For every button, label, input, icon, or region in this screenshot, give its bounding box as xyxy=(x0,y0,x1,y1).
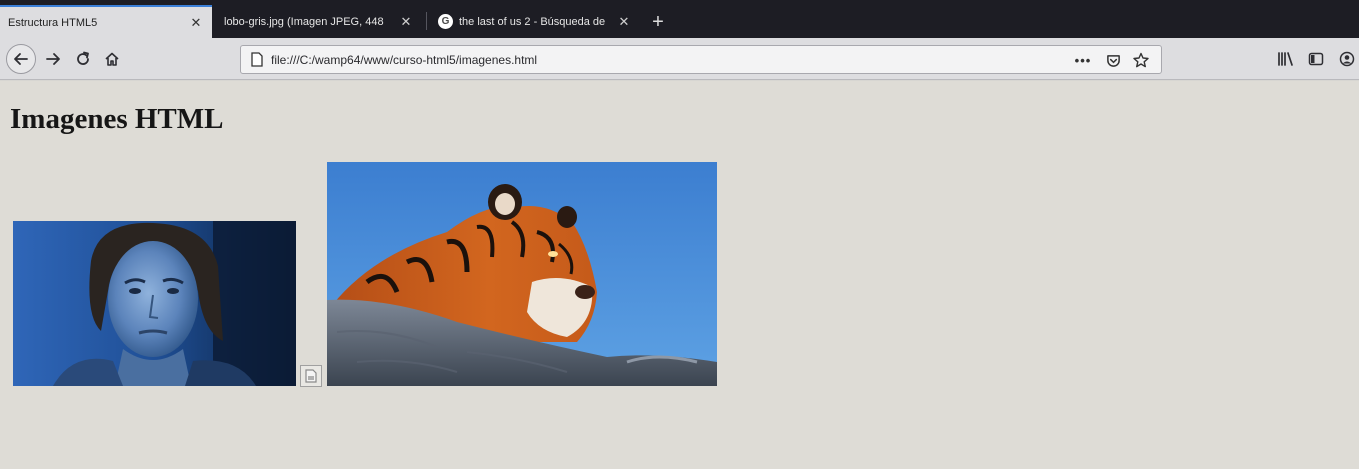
tab-title: Estructura HTML5 xyxy=(8,16,98,29)
pocket-icon[interactable] xyxy=(1101,48,1125,72)
page-actions-button[interactable]: ••• xyxy=(1071,48,1095,72)
account-icon[interactable] xyxy=(1334,46,1359,72)
back-button[interactable] xyxy=(6,44,36,74)
forward-button[interactable] xyxy=(40,46,66,72)
tab-title: lobo-gris.jpg (Imagen JPEG, 448 xyxy=(224,15,384,28)
arrow-right-icon xyxy=(46,53,60,65)
tab-strip: Estructura HTML5 ✕ lobo-gris.jpg (Imagen… xyxy=(0,0,1359,38)
page-icon xyxy=(249,50,265,70)
browser-window: Estructura HTML5 ✕ lobo-gris.jpg (Imagen… xyxy=(0,0,1359,469)
star-icon[interactable] xyxy=(1129,48,1153,72)
character-portrait-image xyxy=(13,221,296,386)
tab-separator xyxy=(426,12,427,30)
page-title: Imagenes HTML xyxy=(10,103,224,135)
reload-icon xyxy=(77,51,89,65)
url-text[interactable]: file:///C:/wamp64/www/curso-html5/imagen… xyxy=(271,53,1161,67)
broken-image-icon xyxy=(300,365,322,387)
close-tab-icon[interactable]: ✕ xyxy=(188,15,204,31)
tab-title: the last of us 2 - Búsqueda de xyxy=(459,15,606,28)
tab-google-search[interactable]: G the last of us 2 - Búsqueda de ✕ xyxy=(428,5,638,38)
tiger-image xyxy=(327,162,717,386)
home-button[interactable] xyxy=(99,46,125,72)
tab-estructura-html5[interactable]: Estructura HTML5 ✕ xyxy=(0,5,212,38)
home-icon xyxy=(105,52,119,66)
nav-toolbar: file:///C:/wamp64/www/curso-html5/imagen… xyxy=(0,38,1359,80)
close-tab-icon[interactable]: ✕ xyxy=(398,14,414,30)
close-tab-icon[interactable]: ✕ xyxy=(616,14,632,30)
google-icon: G xyxy=(438,14,453,29)
arrow-left-icon xyxy=(14,53,28,65)
reload-button[interactable] xyxy=(70,46,96,72)
new-tab-button[interactable]: + xyxy=(648,8,668,36)
tab-lobo-gris[interactable]: lobo-gris.jpg (Imagen JPEG, 448 ✕ xyxy=(214,5,422,38)
sidebar-icon[interactable] xyxy=(1303,46,1329,72)
page-content: Imagenes HTML xyxy=(0,81,1359,469)
library-icon[interactable] xyxy=(1273,46,1299,72)
url-bar[interactable]: file:///C:/wamp64/www/curso-html5/imagen… xyxy=(240,45,1162,74)
